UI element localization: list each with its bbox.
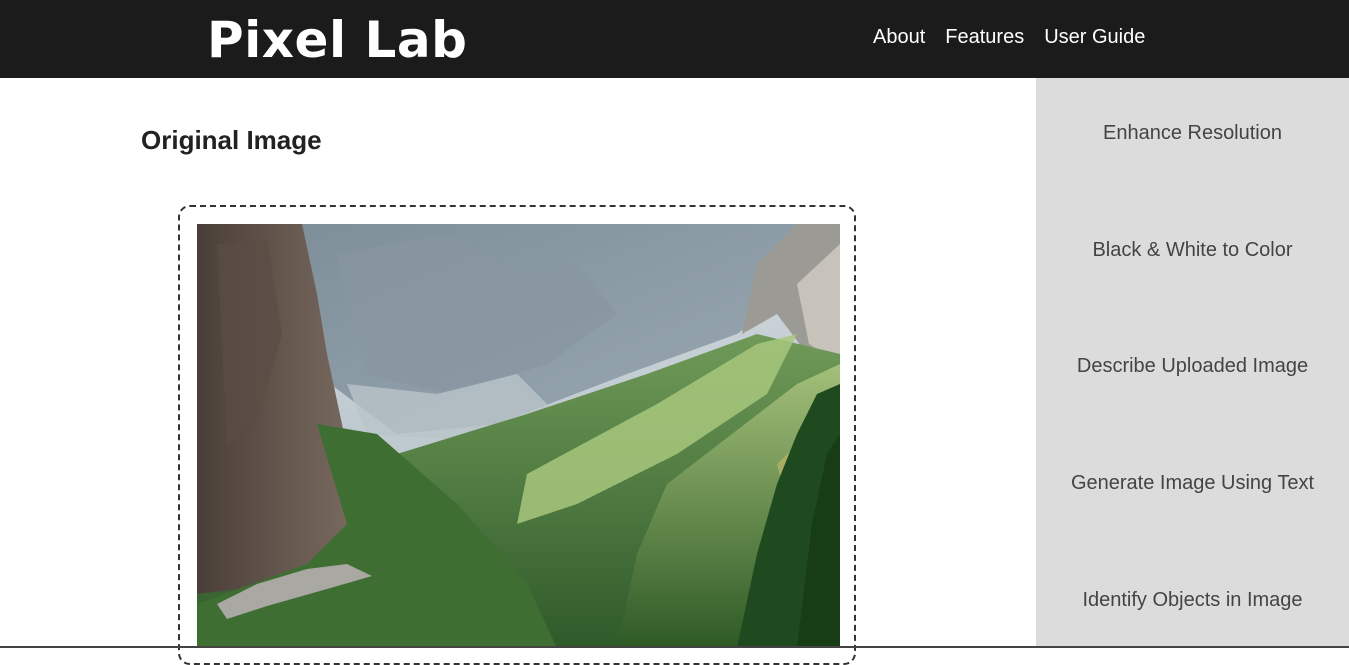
- nav-features-link[interactable]: Features: [945, 25, 1024, 49]
- uploaded-image: [197, 224, 840, 648]
- sidebar-item-enhance-resolution[interactable]: Enhance Resolution: [1036, 121, 1349, 145]
- nav-links: About Features User Guide: [873, 25, 1165, 49]
- feature-sidebar: Enhance Resolution Black & White to Colo…: [1036, 78, 1349, 648]
- sidebar-item-identify-objects[interactable]: Identify Objects in Image: [1036, 588, 1349, 612]
- top-navbar: Pixel Lab About Features User Guide: [0, 0, 1349, 78]
- sidebar-item-describe-image[interactable]: Describe Uploaded Image: [1036, 354, 1349, 378]
- page-title: Original Image: [141, 125, 322, 155]
- nav-about-link[interactable]: About: [873, 25, 925, 49]
- sidebar-item-bw-to-color[interactable]: Black & White to Color: [1036, 238, 1349, 262]
- site-logo[interactable]: Pixel Lab: [207, 8, 467, 72]
- nav-user-guide-link[interactable]: User Guide: [1044, 25, 1145, 49]
- sidebar-item-generate-image[interactable]: Generate Image Using Text: [1036, 471, 1349, 495]
